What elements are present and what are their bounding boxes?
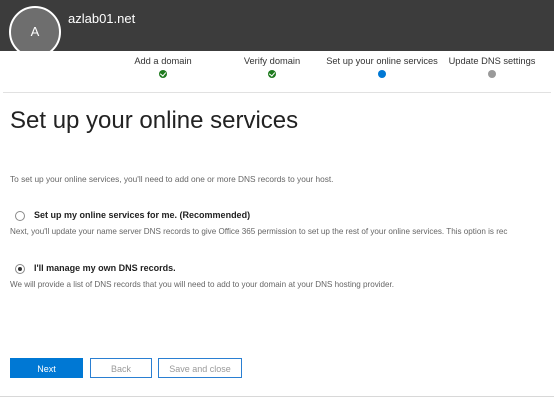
- top-header-bar: A azlab01.net: [0, 0, 554, 58]
- intro-text: To set up your online services, you'll n…: [10, 174, 334, 184]
- stepper-divider: [3, 92, 551, 93]
- current-step-dot-icon: [378, 70, 386, 78]
- tenant-name: azlab01.net: [68, 11, 136, 26]
- option-label[interactable]: I'll manage my own DNS records.: [34, 263, 176, 273]
- next-button[interactable]: Next: [10, 358, 83, 378]
- wizard-stepper: Add a domain Verify domain Set up your o…: [0, 51, 554, 90]
- option-description: We will provide a list of DNS records th…: [10, 280, 395, 289]
- radio-auto-setup[interactable]: [15, 211, 25, 221]
- save-and-close-button[interactable]: Save and close: [158, 358, 242, 378]
- step-label: Update DNS settings: [448, 56, 536, 66]
- step-update-dns: Update DNS settings: [422, 56, 554, 78]
- bottom-border: [0, 396, 554, 397]
- back-button[interactable]: Back: [90, 358, 152, 378]
- page-title: Set up your online services: [10, 107, 299, 134]
- radio-manage-dns[interactable]: [15, 264, 25, 274]
- check-complete-icon: [268, 70, 276, 78]
- pending-step-dot-icon: [488, 70, 496, 78]
- option-label[interactable]: Set up my online services for me. (Recom…: [34, 210, 250, 220]
- option-description: Next, you'll update your name server DNS…: [10, 227, 508, 236]
- check-complete-icon: [159, 70, 167, 78]
